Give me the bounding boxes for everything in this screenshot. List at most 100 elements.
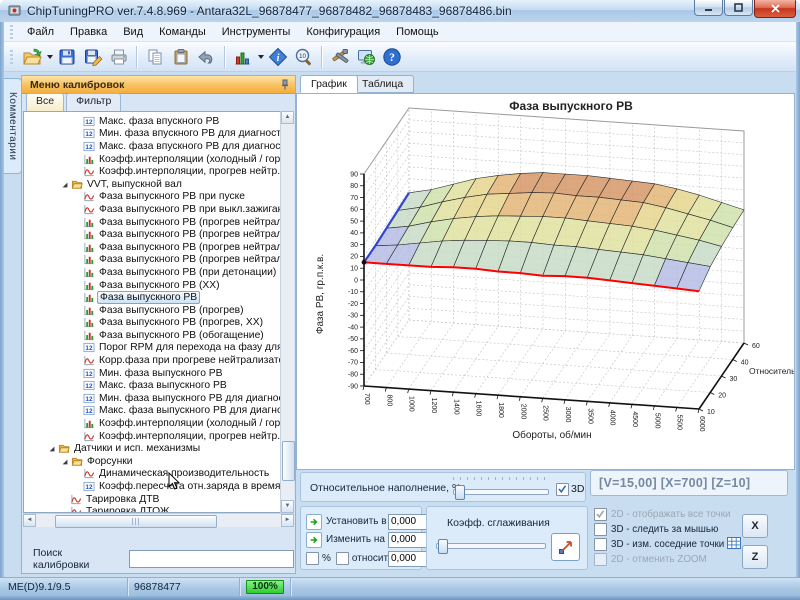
3d-checkbox[interactable] <box>556 483 569 496</box>
smoothing-slider-thumb[interactable] <box>438 539 448 554</box>
expand-arrow-icon[interactable] <box>61 180 70 189</box>
tree-item[interactable]: 12Макс. фаза выпускного РВ <box>24 379 293 392</box>
apply-smoothing-button[interactable] <box>551 533 580 561</box>
follow-mouse-checkbox[interactable] <box>594 523 607 536</box>
tree-item-label: Коэфф.пересчета отн.заряда в время впрыс… <box>99 481 294 492</box>
tree-item[interactable]: Фаза выпускного РВ (прогрев нейтрал., XX… <box>24 241 293 254</box>
tree-item[interactable]: Фаза выпускного РВ <box>24 291 293 304</box>
tree-item[interactable]: 12Макс. фаза впускного РВ для диагностик… <box>24 140 293 153</box>
info-button[interactable]: i <box>265 44 291 70</box>
show-all-points-checkbox[interactable] <box>594 508 607 521</box>
zoom-values-button[interactable]: 10 <box>291 44 317 70</box>
tree-item[interactable]: Фаза выпускного РВ (при детонации) <box>24 266 293 279</box>
tree-item[interactable]: Фаза выпускного РВ при пуске <box>24 191 293 204</box>
cancel-zoom-checkbox <box>594 553 607 566</box>
tree-item[interactable]: Фаза выпускного РВ (прогрев нейтрал., XX… <box>24 254 293 267</box>
tree-item[interactable]: Корр.фаза при прогреве нейтрализатора <box>24 354 293 367</box>
z-axis-button[interactable]: Z <box>742 545 768 569</box>
tools-button[interactable] <box>327 44 353 70</box>
svg-text:?: ? <box>389 52 395 64</box>
tab-comments[interactable]: Комментарии <box>4 78 22 174</box>
online-update-button[interactable] <box>353 44 379 70</box>
search-input[interactable] <box>129 550 294 568</box>
tree-item[interactable]: Фаза выпускного РВ (прогрев нейтрализато… <box>24 216 293 229</box>
print-button[interactable] <box>106 44 132 70</box>
grid-icon[interactable] <box>727 537 741 552</box>
tree-vertical-scrollbar[interactable]: ▲ ▼ <box>280 111 294 513</box>
smoothing-slider[interactable] <box>436 539 546 551</box>
scroll-thumb[interactable] <box>282 441 295 481</box>
scroll-right-button[interactable]: ► <box>281 514 294 527</box>
tree-folder[interactable]: Форсунки <box>24 455 293 468</box>
tree-item[interactable]: Фаза выпускного РВ (прогрев, XX) <box>24 317 293 330</box>
edit-adjacent-points-checkbox[interactable] <box>594 538 607 551</box>
tree-item[interactable]: 12Мин. фаза впускного РВ для диагностики <box>24 128 293 141</box>
relative-checkbox[interactable] <box>336 552 349 565</box>
open-file-button[interactable] <box>19 44 45 70</box>
tree-item[interactable]: Фаза выпускного РВ (прогрев) <box>24 304 293 317</box>
compare-charts-dropdown[interactable] <box>256 44 265 70</box>
set-value-button[interactable] <box>306 514 322 530</box>
help-button[interactable]: ? <box>379 44 405 70</box>
surface-chart[interactable]: -90-80-70-60-50-40-30-20-100102030405060… <box>297 94 794 469</box>
tree-item[interactable]: Фаза выпускного РВ (прогрев нейтрал., хо… <box>24 228 293 241</box>
tree-item[interactable]: Коэфф.интерполяции (холодный / горячий ) <box>24 153 293 166</box>
tree-item[interactable]: 12Мин. фаза выпускного РВ для диагностик… <box>24 392 293 405</box>
search-label: Поиск калибровки <box>33 547 117 571</box>
tree-item[interactable]: Динамическая производительность <box>24 468 293 481</box>
expand-arrow-icon[interactable] <box>61 457 70 466</box>
tree-item[interactable]: 12Макс. фаза впускного РВ <box>24 115 293 128</box>
paste-button[interactable] <box>168 44 194 70</box>
tree-horizontal-scrollbar[interactable]: ◄ ► <box>23 513 294 527</box>
tree-item[interactable]: Фаза выпускного РВ при выкл.зажигания <box>24 203 293 216</box>
compare-charts-button[interactable] <box>230 44 256 70</box>
menu-item[interactable]: Инструменты <box>214 23 299 41</box>
menu-item[interactable]: Конфигурация <box>298 23 388 41</box>
tree-item[interactable]: Коэфф.интерполяции, прогрев нейтр. (холо… <box>24 165 293 178</box>
close-button[interactable] <box>754 0 796 18</box>
tree-item[interactable]: Тарировка ДТОЖ <box>24 505 293 513</box>
open-file-dropdown[interactable] <box>45 44 54 70</box>
scroll-thumb[interactable] <box>55 515 217 528</box>
tab-table[interactable]: Таблица <box>351 75 414 93</box>
tree-item[interactable]: Фаза выпускного РВ (XX) <box>24 279 293 292</box>
menu-item[interactable]: Вид <box>115 23 151 41</box>
percent-checkbox[interactable] <box>306 552 319 565</box>
tree-item[interactable]: 12Порог RPM для перехода на фазу для реж… <box>24 342 293 355</box>
pin-icon[interactable] <box>280 79 290 93</box>
tree-item[interactable]: Тарировка ДТВ <box>24 493 293 506</box>
menu-item[interactable]: Помощь <box>388 23 447 41</box>
scroll-down-button[interactable]: ▼ <box>281 500 294 513</box>
tab-all[interactable]: Все <box>26 93 64 111</box>
scroll-up-button[interactable]: ▲ <box>281 111 294 124</box>
load-slider[interactable] <box>453 485 549 497</box>
x-axis-button[interactable]: X <box>742 514 768 538</box>
undo-button[interactable] <box>194 44 220 70</box>
save-file-button[interactable] <box>54 44 80 70</box>
tree-item[interactable]: Фаза выпускного РВ (обогащение) <box>24 329 293 342</box>
tree-item[interactable]: 12Мин. фаза выпускного РВ <box>24 367 293 380</box>
tree-item[interactable]: Коэфф.интерполяции, прогрев нейтр. (холо… <box>24 430 293 443</box>
menu-item[interactable]: Команды <box>151 23 214 41</box>
load-slider-thumb[interactable] <box>455 485 465 500</box>
svg-text:4000: 4000 <box>609 410 616 426</box>
percent-label: % <box>322 553 331 564</box>
menu-item[interactable]: Файл <box>19 23 62 41</box>
save-file-as-button[interactable] <box>80 44 106 70</box>
tree-item[interactable]: Коэфф.интерполяции (холодный / горячий ) <box>24 417 293 430</box>
expand-arrow-icon[interactable] <box>48 444 57 453</box>
minimize-button[interactable] <box>694 0 723 16</box>
tab-filter[interactable]: Фильтр <box>66 93 121 111</box>
maximize-button[interactable] <box>724 0 753 16</box>
curve-chart-icon <box>83 431 96 442</box>
scroll-left-button[interactable]: ◄ <box>23 514 36 527</box>
copy-button[interactable] <box>142 44 168 70</box>
tree-folder[interactable]: VVT, выпускной вал <box>24 178 293 191</box>
content-area: Комментарии Меню калибровок Все Фильтр 1… <box>0 72 800 577</box>
tree-item[interactable]: 12Макс. фаза выпускного РВ для диагности… <box>24 405 293 418</box>
tree-item[interactable]: 12Коэфф.пересчета отн.заряда в время впр… <box>24 480 293 493</box>
tab-chart[interactable]: График <box>300 75 358 93</box>
change-value-button[interactable] <box>306 532 322 548</box>
tree-folder[interactable]: Датчики и исп. механизмы <box>24 442 293 455</box>
menu-item[interactable]: Правка <box>62 23 115 41</box>
